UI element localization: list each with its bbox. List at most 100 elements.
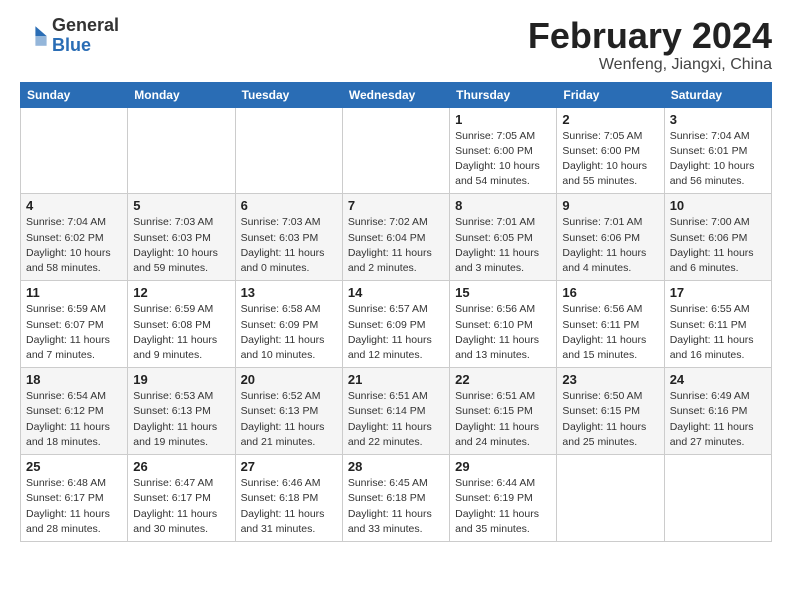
table-row: 16 Sunrise: 6:56 AMSunset: 6:11 PMDayligh…	[557, 281, 664, 368]
day-info: Sunrise: 6:57 AMSunset: 6:09 PMDaylight:…	[348, 302, 444, 363]
col-thursday: Thursday	[450, 82, 557, 107]
day-info: Sunrise: 6:47 AMSunset: 6:17 PMDaylight:…	[133, 476, 229, 537]
logo-text: General Blue	[52, 16, 119, 56]
day-number: 1	[455, 112, 551, 127]
table-row: 20 Sunrise: 6:52 AMSunset: 6:13 PMDayligh…	[235, 368, 342, 455]
table-row: 15Sunrise: 6:56 AMSunset: 6:10 PMDayligh…	[450, 281, 557, 368]
table-row: 1 Sunrise: 7:05 AMSunset: 6:00 PMDaylight…	[450, 107, 557, 194]
table-row: 9 Sunrise: 7:01 AMSunset: 6:06 PMDaylight…	[557, 194, 664, 281]
day-number: 14	[348, 285, 444, 300]
calendar-table: Sunday Monday Tuesday Wednesday Thursday…	[20, 82, 772, 542]
day-info: Sunrise: 6:56 AMSunset: 6:11 PMDaylight:…	[562, 302, 658, 363]
calendar-week-row: 25 Sunrise: 6:48 AMSunset: 6:17 PMDayligh…	[21, 455, 772, 542]
day-number: 12	[133, 285, 229, 300]
table-row: 5Sunrise: 7:03 AMSunset: 6:03 PMDaylight…	[128, 194, 235, 281]
calendar-week-row: 1 Sunrise: 7:05 AMSunset: 6:00 PMDaylight…	[21, 107, 772, 194]
day-number: 10	[670, 198, 766, 213]
day-info: Sunrise: 6:51 AMSunset: 6:14 PMDaylight:…	[348, 389, 444, 450]
table-row	[557, 455, 664, 542]
table-row: 13 Sunrise: 6:58 AMSunset: 6:09 PMDayligh…	[235, 281, 342, 368]
day-info: Sunrise: 6:50 AMSunset: 6:15 PMDaylight:…	[562, 389, 658, 450]
calendar-week-row: 11 Sunrise: 6:59 AMSunset: 6:07 PMDayligh…	[21, 281, 772, 368]
table-row	[342, 107, 449, 194]
table-row	[664, 455, 771, 542]
day-info: Sunrise: 7:01 AMSunset: 6:05 PMDaylight:…	[455, 215, 551, 276]
day-info: Sunrise: 7:01 AMSunset: 6:06 PMDaylight:…	[562, 215, 658, 276]
day-number: 19	[133, 372, 229, 387]
day-info: Sunrise: 7:05 AMSunset: 6:00 PMDaylight:…	[562, 129, 658, 190]
day-info: Sunrise: 6:51 AMSunset: 6:15 PMDaylight:…	[455, 389, 551, 450]
table-row: 4 Sunrise: 7:04 AMSunset: 6:02 PMDaylight…	[21, 194, 128, 281]
day-number: 3	[670, 112, 766, 127]
logo-general: General	[52, 15, 119, 35]
table-row: 7 Sunrise: 7:02 AMSunset: 6:04 PMDaylight…	[342, 194, 449, 281]
day-info: Sunrise: 7:03 AMSunset: 6:03 PMDaylight:…	[241, 215, 337, 276]
day-number: 18	[26, 372, 122, 387]
table-row	[128, 107, 235, 194]
day-info: Sunrise: 6:44 AMSunset: 6:19 PMDaylight:…	[455, 476, 551, 537]
day-info: Sunrise: 6:45 AMSunset: 6:18 PMDaylight:…	[348, 476, 444, 537]
logo-blue: Blue	[52, 35, 91, 55]
day-number: 7	[348, 198, 444, 213]
table-row	[235, 107, 342, 194]
table-row: 18 Sunrise: 6:54 AMSunset: 6:12 PMDayligh…	[21, 368, 128, 455]
day-number: 17	[670, 285, 766, 300]
day-info: Sunrise: 6:46 AMSunset: 6:18 PMDaylight:…	[241, 476, 337, 537]
day-info: Sunrise: 6:52 AMSunset: 6:13 PMDaylight:…	[241, 389, 337, 450]
table-row: 10 Sunrise: 7:00 AMSunset: 6:06 PMDayligh…	[664, 194, 771, 281]
month-title: February 2024	[528, 16, 772, 56]
day-number: 26	[133, 459, 229, 474]
day-info: Sunrise: 7:04 AMSunset: 6:01 PMDaylight:…	[670, 129, 766, 190]
table-row: 26 Sunrise: 6:47 AMSunset: 6:17 PMDayligh…	[128, 455, 235, 542]
day-info: Sunrise: 7:04 AMSunset: 6:02 PMDaylight:…	[26, 215, 122, 276]
day-number: 9	[562, 198, 658, 213]
day-info: Sunrise: 6:53 AMSunset: 6:13 PMDaylight:…	[133, 389, 229, 450]
logo-icon	[20, 22, 48, 50]
day-number: 22	[455, 372, 551, 387]
table-row: 12Sunrise: 6:59 AMSunset: 6:08 PMDayligh…	[128, 281, 235, 368]
table-row: 6 Sunrise: 7:03 AMSunset: 6:03 PMDaylight…	[235, 194, 342, 281]
day-info: Sunrise: 7:05 AMSunset: 6:00 PMDaylight:…	[455, 129, 551, 190]
col-monday: Monday	[128, 82, 235, 107]
day-info: Sunrise: 6:59 AMSunset: 6:07 PMDaylight:…	[26, 302, 122, 363]
day-number: 20	[241, 372, 337, 387]
day-number: 4	[26, 198, 122, 213]
day-info: Sunrise: 6:49 AMSunset: 6:16 PMDaylight:…	[670, 389, 766, 450]
table-row: 21Sunrise: 6:51 AMSunset: 6:14 PMDayligh…	[342, 368, 449, 455]
day-number: 8	[455, 198, 551, 213]
header: General Blue February 2024 Wenfeng, Jian…	[20, 16, 772, 74]
calendar-week-row: 18 Sunrise: 6:54 AMSunset: 6:12 PMDayligh…	[21, 368, 772, 455]
day-info: Sunrise: 6:54 AMSunset: 6:12 PMDaylight:…	[26, 389, 122, 450]
day-info: Sunrise: 6:55 AMSunset: 6:11 PMDaylight:…	[670, 302, 766, 363]
day-number: 25	[26, 459, 122, 474]
day-info: Sunrise: 7:02 AMSunset: 6:04 PMDaylight:…	[348, 215, 444, 276]
day-number: 28	[348, 459, 444, 474]
table-row: 22 Sunrise: 6:51 AMSunset: 6:15 PMDayligh…	[450, 368, 557, 455]
col-sunday: Sunday	[21, 82, 128, 107]
day-info: Sunrise: 7:00 AMSunset: 6:06 PMDaylight:…	[670, 215, 766, 276]
day-info: Sunrise: 6:58 AMSunset: 6:09 PMDaylight:…	[241, 302, 337, 363]
table-row: 29 Sunrise: 6:44 AMSunset: 6:19 PMDayligh…	[450, 455, 557, 542]
page: General Blue February 2024 Wenfeng, Jian…	[0, 0, 792, 552]
day-number: 23	[562, 372, 658, 387]
day-number: 16	[562, 285, 658, 300]
day-number: 29	[455, 459, 551, 474]
day-info: Sunrise: 6:56 AMSunset: 6:10 PMDaylight:…	[455, 302, 551, 363]
day-number: 13	[241, 285, 337, 300]
day-info: Sunrise: 6:48 AMSunset: 6:17 PMDaylight:…	[26, 476, 122, 537]
table-row: 11 Sunrise: 6:59 AMSunset: 6:07 PMDayligh…	[21, 281, 128, 368]
col-wednesday: Wednesday	[342, 82, 449, 107]
table-row: 8 Sunrise: 7:01 AMSunset: 6:05 PMDaylight…	[450, 194, 557, 281]
table-row	[21, 107, 128, 194]
logo: General Blue	[20, 16, 119, 56]
day-number: 11	[26, 285, 122, 300]
table-row: 23 Sunrise: 6:50 AMSunset: 6:15 PMDayligh…	[557, 368, 664, 455]
calendar-week-row: 4 Sunrise: 7:04 AMSunset: 6:02 PMDaylight…	[21, 194, 772, 281]
table-row: 17 Sunrise: 6:55 AMSunset: 6:11 PMDayligh…	[664, 281, 771, 368]
calendar-header-row: Sunday Monday Tuesday Wednesday Thursday…	[21, 82, 772, 107]
col-friday: Friday	[557, 82, 664, 107]
table-row: 25 Sunrise: 6:48 AMSunset: 6:17 PMDayligh…	[21, 455, 128, 542]
day-number: 6	[241, 198, 337, 213]
location-subtitle: Wenfeng, Jiangxi, China	[528, 56, 772, 74]
table-row: 19 Sunrise: 6:53 AMSunset: 6:13 PMDayligh…	[128, 368, 235, 455]
